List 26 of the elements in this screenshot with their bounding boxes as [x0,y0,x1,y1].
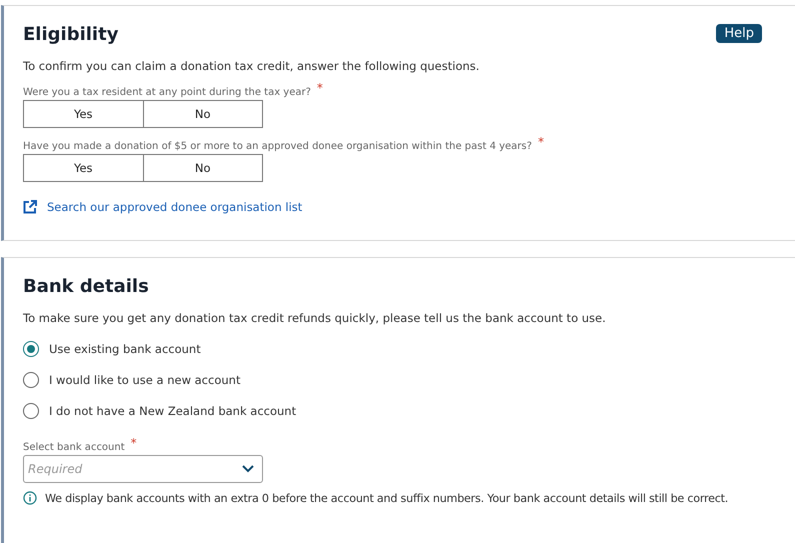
help-button[interactable]: Help [716,24,762,43]
external-link-icon [23,200,37,214]
intro-text: To make sure you get any donation tax credit refunds quickly, please tell us the bank account to use. [23,310,607,326]
info-icon [23,491,37,505]
radio-label: I do not have a New Zealand bank account [49,404,296,418]
field-label: Select bank account [23,441,125,455]
info-text: We display bank accounts with an extra 0 before the account and suffix numbers. Your bank account details will still be correct. [45,492,728,504]
chevron-down-icon [242,465,254,473]
required-marker: * [130,437,137,449]
answer-button[interactable]: Yes [23,154,144,182]
answer-button[interactable]: No [144,100,263,128]
required-marker: * [538,136,544,148]
intro-text: To confirm you can claim a donation tax credit, answer the following questions. [23,58,480,74]
answer-button[interactable]: No [144,154,263,182]
radio-button[interactable] [23,403,39,419]
donee-list-link[interactable]: Search our approved donee organisation list [47,200,302,214]
radio-button[interactable] [23,341,39,357]
radio-button[interactable] [23,372,39,388]
section-title: Bank details [23,275,150,299]
radio-label: Use existing bank account [49,342,201,356]
question-label: Were you a tax resident at any point during the tax year? [23,86,311,100]
question-label: Have you made a donation of $5 or more to an approved donee organisation within the past 4 years? [23,140,532,154]
answer-button[interactable]: Yes [23,100,144,128]
required-marker: * [316,82,323,94]
section-title: Eligibility [23,23,118,47]
radio-label: I would like to use a new account [49,373,240,387]
